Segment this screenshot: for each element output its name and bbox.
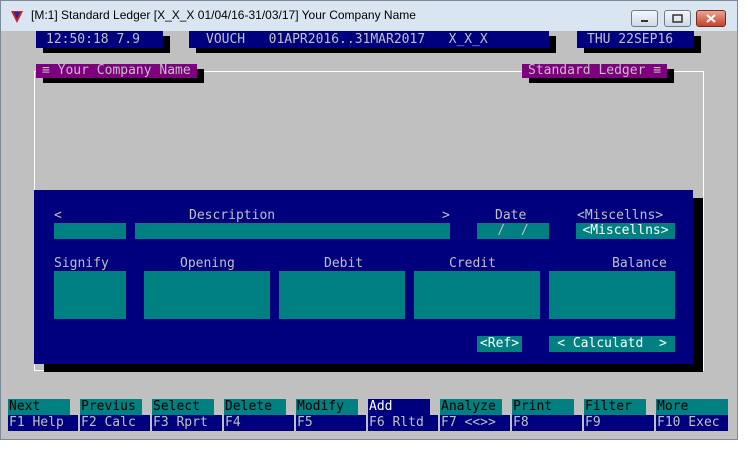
fkey-f6-rltd[interactable]: F6 Rltd — [368, 415, 438, 431]
app-logo-icon — [11, 11, 23, 23]
date-status: THU 22SEP16 — [577, 31, 694, 48]
opening-field[interactable] — [144, 271, 270, 319]
fkey-action-delete[interactable]: Delete — [224, 399, 286, 415]
window-title: [M:1] Standard Ledger [X_X_X 01/04/16-31… — [31, 8, 416, 22]
date-label: Date — [495, 208, 527, 223]
fkey-f1-help[interactable]: F1 Help — [8, 415, 78, 431]
credit-label: Credit — [449, 256, 496, 271]
minimize-button[interactable] — [631, 10, 658, 27]
close-icon — [706, 14, 716, 23]
fkey-action-modify[interactable]: Modify — [296, 399, 358, 415]
close-button[interactable] — [696, 10, 726, 27]
fkey-f9[interactable]: F9 — [584, 415, 654, 431]
signify-field[interactable] — [54, 271, 126, 319]
balance-field[interactable] — [549, 271, 675, 319]
balance-label: Balance — [612, 256, 667, 271]
calculatd-button[interactable]: < Calculatd > — [549, 336, 675, 352]
fkey-action-select[interactable]: Select — [152, 399, 214, 415]
fkey-action-more[interactable]: More — [656, 399, 728, 415]
miscellns-button[interactable]: <Miscellns> — [576, 223, 675, 239]
fkey-f3-rprt[interactable]: F3 Rprt — [152, 415, 222, 431]
fkey-action-previus[interactable]: Previus — [80, 399, 142, 415]
fkey-f2-calc[interactable]: F2 Calc — [80, 415, 150, 431]
credit-field[interactable] — [414, 271, 540, 319]
fkey-action-print[interactable]: Print — [512, 399, 574, 415]
fkey-f8[interactable]: F8 — [512, 415, 582, 431]
fkey-f5[interactable]: F5 — [296, 415, 366, 431]
fkey-action-filter[interactable]: Filter — [584, 399, 646, 415]
scroll-left-marker: < — [54, 208, 62, 223]
company-tab: ≡ Your Company Name — [36, 64, 197, 78]
miscellns-label: <Miscellns> — [577, 208, 664, 223]
ledger-tab: Standard Ledger ≡ — [522, 64, 668, 78]
fkey-action-next[interactable]: Next — [8, 399, 70, 415]
restore-icon — [672, 14, 683, 23]
date-field[interactable]: / / — [477, 223, 549, 239]
minimize-icon — [641, 20, 648, 22]
signify-label: Signify — [54, 256, 109, 271]
clock-status: 12:50:18 7.9 — [36, 31, 163, 48]
maximize-button[interactable] — [664, 10, 691, 27]
fkey-action-analyze[interactable]: Analyze — [440, 399, 502, 415]
context-status: VOUCH 01APR2016..31MAR2017 X_X_X — [189, 31, 549, 48]
code-field[interactable] — [54, 223, 126, 239]
scroll-right-marker: > — [442, 208, 450, 223]
application-window: [M:1] Standard Ledger [X_X_X 01/04/16-31… — [0, 0, 738, 440]
description-field[interactable] — [135, 223, 450, 239]
fkey-f7[interactable]: F7 <<>> — [440, 415, 510, 431]
fkey-action-add[interactable]: Add — [368, 399, 430, 415]
description-label: Description — [189, 208, 276, 223]
fkey-f10-exec[interactable]: F10 Exec — [656, 415, 728, 431]
title-bar[interactable]: [M:1] Standard Ledger [X_X_X 01/04/16-31… — [1, 1, 737, 31]
ref-button[interactable]: <Ref> — [477, 336, 522, 352]
debit-field[interactable] — [279, 271, 405, 319]
opening-label: Opening — [180, 256, 235, 271]
fkey-f4[interactable]: F4 — [224, 415, 294, 431]
debit-label: Debit — [324, 256, 364, 271]
